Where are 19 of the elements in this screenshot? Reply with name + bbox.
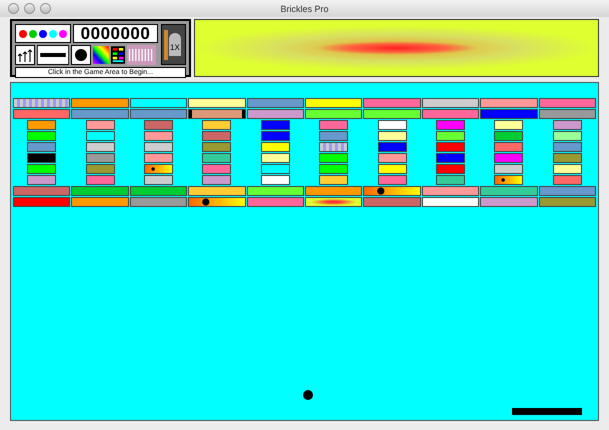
window-title: Brickles Pro: [280, 4, 328, 14]
stars-brick: [144, 164, 173, 174]
bowtie-brick: [13, 98, 70, 108]
color-dots-box[interactable]: [15, 24, 71, 43]
ball: [303, 390, 313, 400]
paddle: [512, 408, 582, 415]
stars-brick: [363, 186, 421, 196]
paddle-size-icon[interactable]: [37, 45, 69, 65]
wood-brick: [188, 109, 246, 119]
rainbow-icon[interactable]: [93, 45, 109, 65]
gradient-brick: [305, 197, 362, 207]
stars-brick: [494, 175, 524, 185]
brick-grid-icon[interactable]: [111, 45, 125, 65]
bowtie-brick: [319, 142, 348, 152]
level-multiplier: 1X: [161, 24, 186, 65]
score-display: 0000000: [73, 24, 158, 43]
sliders-icon[interactable]: [15, 45, 35, 65]
stars-brick: [188, 197, 246, 207]
game-area[interactable]: [10, 82, 599, 421]
